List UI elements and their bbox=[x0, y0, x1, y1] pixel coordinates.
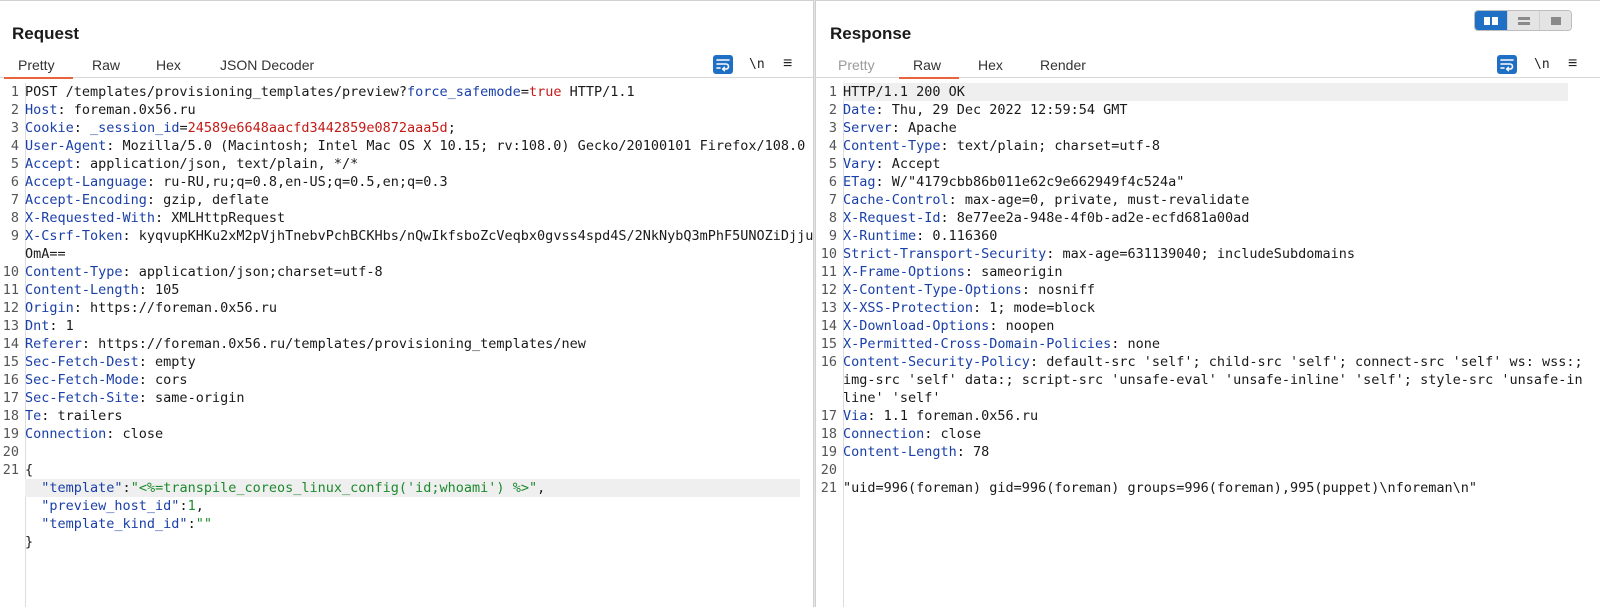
request-line: 21 { bbox=[2, 462, 34, 478]
request-line: 2 Host: foreman.0x56.ru bbox=[10, 102, 196, 118]
response-body-line: 21 "uid=996(foreman) gid=996(foreman) gr… bbox=[820, 480, 1477, 496]
request-line: 11 Content-Length: 105 bbox=[2, 282, 180, 298]
response-show-newlines-button[interactable]: \n bbox=[1534, 55, 1550, 75]
response-line: 8 X-Request-Id: 8e77ee2a-948e-4f0b-ad2e-… bbox=[828, 210, 1250, 226]
wrap-lines-icon bbox=[1500, 59, 1514, 72]
response-wrap-toggle-button[interactable] bbox=[1497, 55, 1517, 74]
request-line: 15 Sec-Fetch-Dest: empty bbox=[2, 354, 196, 370]
request-line: 9 X-Csrf-Token: kyqvupKHKu2xM2pVjhTnebvP… bbox=[10, 228, 814, 262]
request-line: 14 Referer: https://foreman.0x56.ru/temp… bbox=[2, 336, 586, 352]
request-line: 7 Accept-Encoding: gzip, deflate bbox=[10, 192, 269, 208]
columns-icon bbox=[1484, 16, 1498, 25]
response-line: 19 Content-Length: 78 bbox=[820, 444, 990, 460]
request-tabbar: Pretty Raw Hex JSON Decoder \n ≡ bbox=[0, 53, 814, 79]
request-line: 5 Accept: application/json, text/plain, … bbox=[10, 156, 359, 172]
request-line: 6 Accept-Language: ru-RU,ru;q=0.8,en-US;… bbox=[10, 174, 448, 190]
response-menu-icon[interactable]: ≡ bbox=[1568, 55, 1577, 75]
response-line: 20 bbox=[820, 462, 837, 478]
request-line: 17 Sec-Fetch-Site: same-origin bbox=[2, 390, 245, 406]
request-line: 18 Te: trailers bbox=[2, 408, 123, 424]
response-title: Response bbox=[830, 24, 912, 43]
response-editor[interactable]: 1 HTTP/1.1 200 OK 2 Date: Thu, 29 Dec 20… bbox=[816, 83, 1600, 607]
request-line: 19 Connection: close bbox=[2, 426, 164, 442]
request-line: 1 POST /templates/provisioning_templates… bbox=[10, 84, 635, 100]
request-line: 3 Cookie: _session_id=24589e6648aacfd344… bbox=[10, 120, 456, 136]
request-tab-json-decoder[interactable]: JSON Decoder bbox=[216, 55, 318, 77]
request-tab-raw[interactable]: Raw bbox=[88, 55, 124, 77]
request-line: 10 Content-Type: application/json;charse… bbox=[2, 264, 383, 280]
response-line: 12 X-Content-Type-Options: nosniff bbox=[820, 282, 1095, 298]
request-show-newlines-button[interactable]: \n bbox=[749, 55, 765, 75]
request-line: 16 Sec-Fetch-Mode: cors bbox=[2, 372, 188, 388]
request-line: 8 X-Requested-With: XMLHttpRequest bbox=[10, 210, 286, 226]
layout-stacked-button[interactable] bbox=[1507, 11, 1539, 30]
layout-tabs-button[interactable] bbox=[1539, 11, 1571, 30]
request-menu-icon[interactable]: ≡ bbox=[783, 55, 792, 75]
response-line: 1 HTTP/1.1 200 OK bbox=[816, 83, 1600, 101]
request-line: 20 bbox=[2, 444, 19, 460]
wrap-lines-icon bbox=[716, 59, 730, 72]
layout-side-by-side-button[interactable] bbox=[1475, 11, 1507, 30]
response-line: 16 Content-Security-Policy: default-src … bbox=[820, 354, 1591, 406]
rows-icon bbox=[1517, 16, 1530, 25]
request-body-line: "template_kind_id":"" bbox=[25, 516, 212, 532]
response-line: 4 Content-Type: text/plain; charset=utf-… bbox=[828, 138, 1160, 154]
request-body-line: "preview_host_id":1, bbox=[25, 498, 204, 514]
request-title: Request bbox=[12, 24, 80, 43]
request-body-line: } bbox=[25, 534, 34, 550]
response-line: 7 Cache-Control: max-age=0, private, mus… bbox=[828, 192, 1250, 208]
response-pane: Response Pretty Raw Hex Render \n ≡ 1 HT… bbox=[816, 0, 1600, 607]
layout-switch bbox=[1474, 10, 1572, 31]
response-line: 6 ETag: W/"4179cbb86b011e62c9e662949f4c5… bbox=[828, 174, 1185, 190]
request-line: 4 User-Agent: Mozilla/5.0 (Macintosh; In… bbox=[10, 138, 806, 154]
response-line: 14 X-Download-Options: noopen bbox=[820, 318, 1055, 334]
response-tab-pretty[interactable]: Pretty bbox=[834, 55, 879, 77]
single-pane-icon bbox=[1550, 16, 1561, 25]
response-line: 9 X-Runtime: 0.116360 bbox=[828, 228, 998, 244]
response-line: 5 Vary: Accept bbox=[828, 156, 941, 172]
request-line: 12 Origin: https://foreman.0x56.ru bbox=[2, 300, 277, 316]
response-line: 15 X-Permitted-Cross-Domain-Policies: no… bbox=[820, 336, 1160, 352]
request-tab-pretty[interactable]: Pretty bbox=[4, 55, 73, 79]
response-tab-render[interactable]: Render bbox=[1036, 55, 1090, 77]
response-tab-hex[interactable]: Hex bbox=[974, 55, 1007, 77]
response-line: 3 Server: Apache bbox=[828, 120, 957, 136]
response-line: 11 X-Frame-Options: sameorigin bbox=[820, 264, 1063, 280]
request-line: 13 Dnt: 1 bbox=[2, 318, 74, 334]
response-line: 2 Date: Thu, 29 Dec 2022 12:59:54 GMT bbox=[828, 102, 1128, 118]
request-body-line: "template":"<%=transpile_coreos_linux_co… bbox=[0, 479, 814, 497]
response-tabbar: Pretty Raw Hex Render \n ≡ bbox=[816, 53, 1600, 79]
request-pane: Request Pretty Raw Hex JSON Decoder \n ≡… bbox=[0, 0, 814, 607]
response-tab-raw[interactable]: Raw bbox=[898, 55, 960, 79]
request-tab-hex[interactable]: Hex bbox=[152, 55, 185, 77]
response-line: 13 X-XSS-Protection: 1; mode=block bbox=[820, 300, 1095, 316]
response-line: 10 Strict-Transport-Security: max-age=63… bbox=[820, 246, 1356, 262]
request-editor[interactable]: 1 POST /templates/provisioning_templates… bbox=[0, 83, 814, 607]
response-line: 18 Connection: close bbox=[820, 426, 982, 442]
response-line: 17 Via: 1.1 foreman.0x56.ru bbox=[820, 408, 1039, 424]
request-wrap-toggle-button[interactable] bbox=[713, 55, 733, 74]
